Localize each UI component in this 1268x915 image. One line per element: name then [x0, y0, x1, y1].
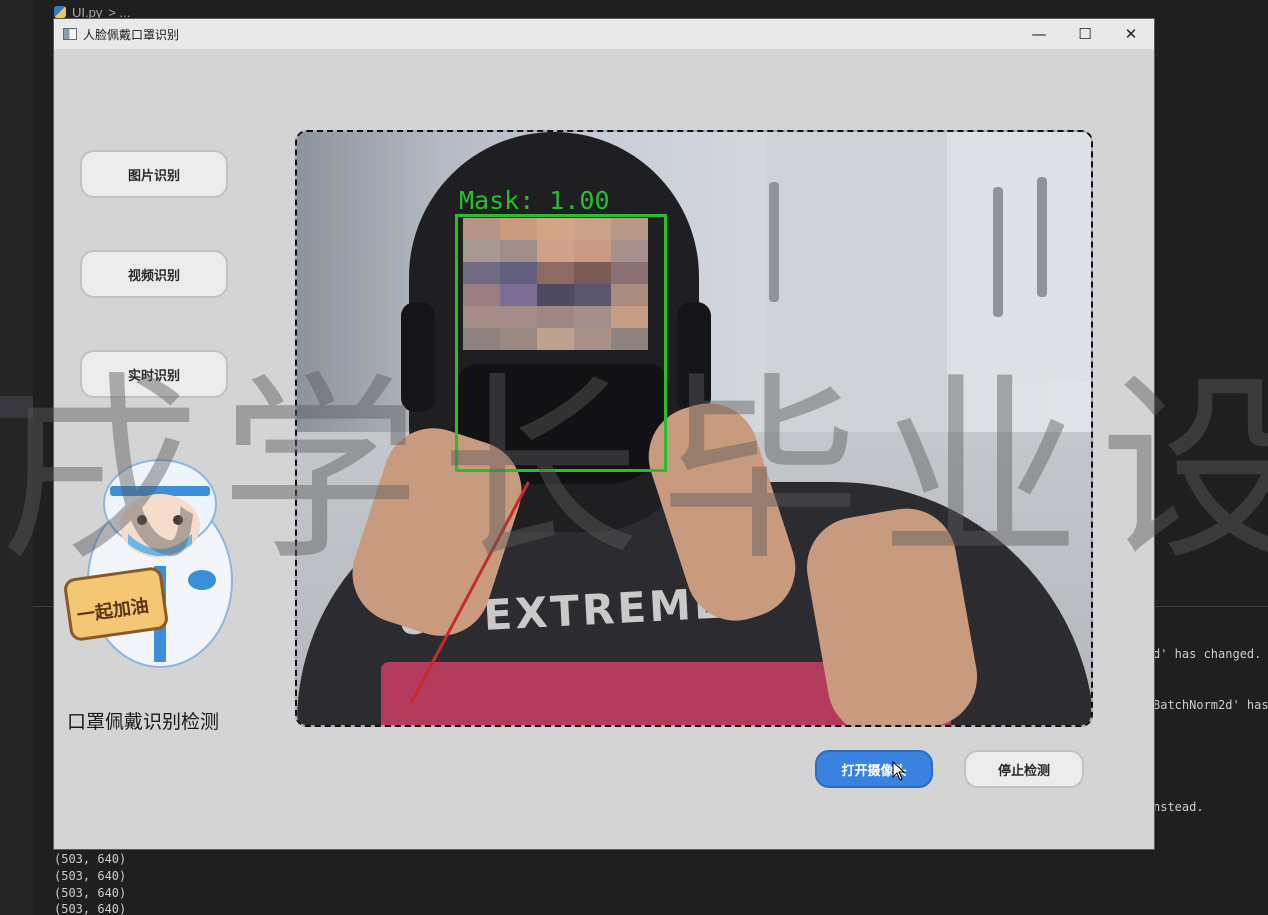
- headphone-right: [677, 302, 711, 412]
- realtime-recognition-button[interactable]: 实时识别: [80, 350, 228, 398]
- breadcrumb-file[interactable]: UI.py: [72, 5, 102, 20]
- feed-door: [767, 132, 947, 452]
- window-controls: — ☐ ✕: [1016, 19, 1154, 49]
- log-line: (503, 640): [54, 902, 127, 915]
- app-window: 人脸佩戴口罩识别 — ☐ ✕ 图片识别 视频识别 实时识别 一起加油 口罩佩戴识…: [54, 19, 1154, 849]
- medic-mascot-image: 一起加油: [64, 459, 233, 668]
- detection-box: [455, 214, 667, 472]
- minimize-button[interactable]: —: [1016, 19, 1062, 49]
- ide-output-line: nstead.: [1153, 800, 1204, 814]
- ide-activity-gutter: [0, 0, 33, 915]
- mouse-cursor-icon: [892, 761, 906, 781]
- app-window-icon: [63, 28, 77, 40]
- log-line: (503, 640): [54, 868, 127, 883]
- video-recognition-button[interactable]: 视频识别: [80, 250, 228, 298]
- feed-door: [952, 132, 1091, 382]
- window-title: 人脸佩戴口罩识别: [83, 27, 180, 42]
- detection-label: Mask: 1.00: [459, 186, 610, 215]
- python-file-icon: [54, 6, 66, 18]
- stop-detection-button[interactable]: 停止检测: [964, 750, 1084, 788]
- feed-door-handle: [993, 187, 1003, 317]
- headphone-left: [401, 302, 435, 412]
- maximize-button[interactable]: ☐: [1062, 19, 1108, 49]
- image-recognition-button[interactable]: 图片识别: [80, 150, 228, 198]
- log-line: (503, 640): [54, 885, 127, 900]
- open-camera-button[interactable]: 打开摄像头: [815, 750, 933, 788]
- ide-gutter-selection: [0, 396, 33, 418]
- feed-door-handle: [1037, 177, 1047, 297]
- ide-output-line: BatchNorm2d' has: [1153, 698, 1268, 712]
- close-button[interactable]: ✕: [1108, 19, 1154, 49]
- app-caption: 口罩佩戴识别检测: [67, 711, 220, 733]
- log-line: (503, 640): [54, 852, 127, 866]
- ide-terminal-log: (503, 640) (503, 640) (503, 640) (503, 6…: [54, 851, 126, 915]
- breadcrumb-rest[interactable]: > ...: [108, 5, 130, 20]
- camera-feed: UE EXTREME Mask: 1.00: [295, 130, 1093, 727]
- feed-door-handle: [769, 182, 779, 302]
- ide-output-line: d' has changed. y: [1153, 647, 1268, 661]
- title-bar[interactable]: 人脸佩戴口罩识别 — ☐ ✕: [54, 19, 1154, 49]
